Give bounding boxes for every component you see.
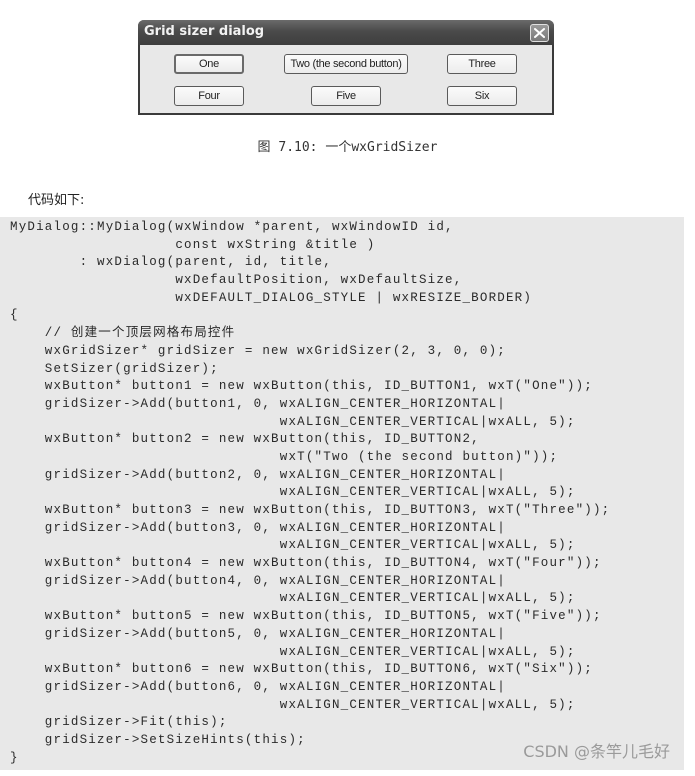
code-line: gridSizer->Add(button2, 0, wxALIGN_CENTE… [10, 467, 506, 482]
code-line: gridSizer->Add(button3, 0, wxALIGN_CENTE… [10, 520, 506, 535]
code-line: wxButton* button1 = new wxButton(this, I… [10, 379, 593, 394]
button-six[interactable]: Six [447, 86, 517, 106]
code-line: gridSizer->SetSizeHints(this); [10, 732, 306, 747]
button-one[interactable]: One [174, 54, 244, 74]
button-five[interactable]: Five [311, 86, 381, 106]
code-line: wxDefaultPosition, wxDefaultSize, [10, 273, 463, 288]
code-line: wxDEFAULT_DIALOG_STYLE | wxRESIZE_BORDER… [10, 290, 533, 305]
code-block: MyDialog::MyDialog(wxWindow *parent, wxW… [0, 217, 684, 770]
code-line: wxT("Two (the second button)")); [10, 449, 559, 464]
button-three[interactable]: Three [447, 54, 517, 74]
code-line: gridSizer->Add(button4, 0, wxALIGN_CENTE… [10, 573, 506, 588]
code-line: wxALIGN_CENTER_VERTICAL|wxALL, 5); [10, 538, 576, 553]
code-line: wxButton* button3 = new wxButton(this, I… [10, 503, 611, 517]
button-four[interactable]: Four [174, 86, 244, 106]
code-line: gridSizer->Fit(this); [10, 715, 228, 730]
code-line: gridSizer->Add(button6, 0, wxALIGN_CENTE… [10, 679, 506, 694]
code-line: wxButton* button4 = new wxButton(this, I… [10, 556, 602, 571]
code-line: // 创建一个顶层网格布局控件 [10, 326, 236, 341]
code-line: MyDialog::MyDialog(wxWindow *parent, wxW… [10, 220, 454, 234]
dialog-title: Grid sizer dialog [144, 24, 265, 39]
code-line: SetSizer(gridSizer); [10, 361, 219, 376]
close-button[interactable] [530, 24, 549, 42]
code-line: wxGridSizer* gridSizer = new wxGridSizer… [10, 343, 506, 358]
code-line: const wxString &title ) [10, 237, 376, 252]
button-two[interactable]: Two (the second button) [284, 54, 408, 74]
intro-text: 代码如下: [28, 193, 85, 208]
code-line: wxALIGN_CENTER_VERTICAL|wxALL, 5); [10, 697, 576, 712]
code-lines: MyDialog::MyDialog(wxWindow *parent, wxW… [10, 219, 610, 767]
code-line: gridSizer->Add(button1, 0, wxALIGN_CENTE… [10, 396, 506, 411]
code-line: } [10, 750, 19, 765]
code-line: wxALIGN_CENTER_VERTICAL|wxALL, 5); [10, 591, 576, 606]
watermark: CSDN @条竿儿毛好 [523, 742, 670, 761]
code-line: wxALIGN_CENTER_VERTICAL|wxALL, 5); [10, 485, 576, 500]
code-line: { [10, 308, 19, 323]
figure-caption: 图 7.10: 一个wxGridSizer [257, 140, 438, 155]
close-x-icon [534, 28, 545, 38]
code-line: wxALIGN_CENTER_VERTICAL|wxALL, 5); [10, 644, 576, 659]
code-line: gridSizer->Add(button5, 0, wxALIGN_CENTE… [10, 626, 506, 641]
code-line: : wxDialog(parent, id, title, [10, 255, 332, 270]
grid-sizer-dialog: Grid sizer dialog One Two (the second bu… [138, 20, 554, 115]
code-line: wxButton* button5 = new wxButton(this, I… [10, 609, 602, 624]
dialog-titlebar[interactable]: Grid sizer dialog [138, 20, 554, 45]
code-line: wxButton* button2 = new wxButton(this, I… [10, 432, 480, 447]
code-line: wxButton* button6 = new wxButton(this, I… [10, 662, 593, 677]
code-line: wxALIGN_CENTER_VERTICAL|wxALL, 5); [10, 414, 576, 429]
